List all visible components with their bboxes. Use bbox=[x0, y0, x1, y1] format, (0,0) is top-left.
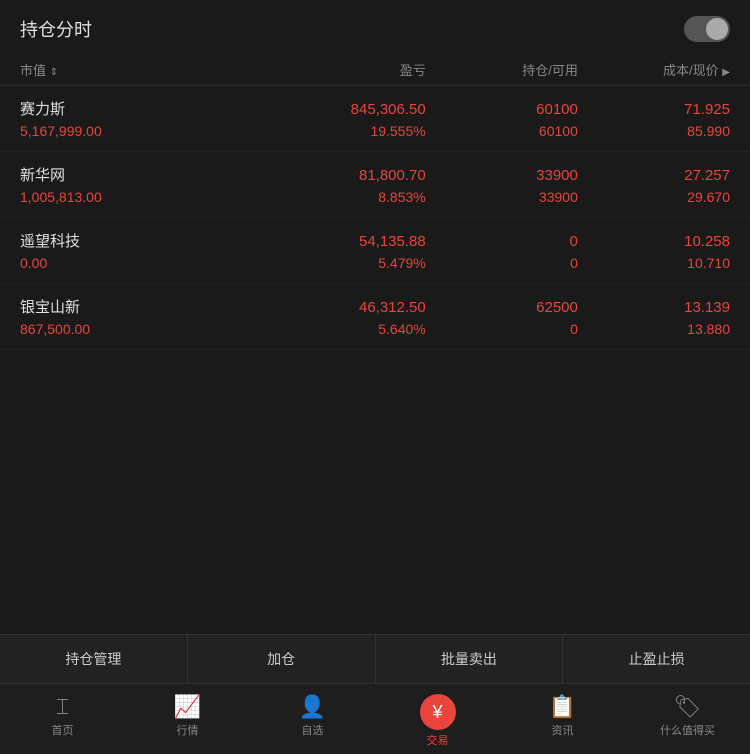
stock-avail-3: 0 bbox=[426, 255, 578, 271]
page-title: 持仓分时 bbox=[20, 16, 92, 42]
stock-pos-1: 60100 bbox=[426, 101, 578, 118]
stock-pnl-amount-2: 81,800.70 bbox=[223, 167, 426, 184]
stock-item-1[interactable]: 赛力斯 845,306.50 60100 71.925 5,167,999.00… bbox=[0, 86, 750, 152]
stock-avail-2: 33900 bbox=[426, 189, 578, 205]
stock-item-3[interactable]: 遥望科技 54,135.88 0 10.258 0.00 5.479% 0 10… bbox=[0, 218, 750, 284]
action-bar: 持仓管理 加仓 批量卖出 止盈止损 bbox=[0, 634, 750, 683]
stock-mktval-4: 867,500.00 bbox=[20, 321, 223, 337]
nav-watchlist[interactable]: 👤 自选 bbox=[250, 692, 375, 750]
stock-mktval-2: 1,005,813.00 bbox=[20, 189, 223, 205]
stock-mktval-1: 5,167,999.00 bbox=[20, 123, 223, 139]
stock-pnl-amount-1: 845,306.50 bbox=[223, 101, 426, 118]
col-pnl: 盈亏 bbox=[223, 60, 426, 79]
nav-watchlist-label: 自选 bbox=[302, 722, 324, 738]
manage-btn[interactable]: 持仓管理 bbox=[0, 635, 188, 683]
column-headers: 市值 ⇕ 盈亏 持仓/可用 成本/现价 ▶ bbox=[0, 54, 750, 86]
cost-sort-icon: ▶ bbox=[722, 67, 730, 78]
stock-cost-4: 13.139 bbox=[578, 299, 730, 316]
market-icon: 📈 bbox=[174, 694, 201, 720]
nav-news[interactable]: 📋 资讯 bbox=[500, 692, 625, 750]
stock-pnl-pct-3: 5.479% bbox=[223, 255, 426, 271]
stock-pos-2: 33900 bbox=[426, 167, 578, 184]
sort-icon: ⇕ bbox=[50, 67, 58, 78]
col-cost[interactable]: 成本/现价 ▶ bbox=[578, 60, 730, 79]
nav-value[interactable]: 🏷 什么值得买 bbox=[625, 692, 750, 750]
nav-value-label: 什么值得买 bbox=[660, 722, 715, 738]
stock-pnl-pct-1: 19.555% bbox=[223, 123, 426, 139]
stock-name-3: 遥望科技 bbox=[20, 230, 223, 251]
col-market-value[interactable]: 市值 ⇕ bbox=[20, 60, 223, 79]
watchlist-icon: 👤 bbox=[299, 694, 326, 720]
batch-sell-btn[interactable]: 批量卖出 bbox=[376, 635, 564, 683]
profit-stop-btn[interactable]: 止盈止损 bbox=[563, 635, 750, 683]
stock-item-4[interactable]: 银宝山新 46,312.50 62500 13.139 867,500.00 5… bbox=[0, 284, 750, 350]
nav-home[interactable]: ⌶ 首页 bbox=[0, 692, 125, 750]
trade-icon: ¥ bbox=[420, 694, 456, 730]
home-icon: ⌶ bbox=[56, 694, 69, 720]
bottom-nav: ⌶ 首页 📈 行情 👤 自选 ¥ 交易 📋 资讯 🏷 什么值得买 bbox=[0, 683, 750, 754]
col-position: 持仓/可用 bbox=[426, 60, 578, 79]
stock-cost-2: 27.257 bbox=[578, 167, 730, 184]
stock-mktval-3: 0.00 bbox=[20, 255, 223, 271]
header: 持仓分时 bbox=[0, 0, 750, 54]
add-position-btn[interactable]: 加仓 bbox=[188, 635, 376, 683]
stock-pnl-amount-4: 46,312.50 bbox=[223, 299, 426, 316]
stock-name-1: 赛力斯 bbox=[20, 98, 223, 119]
stock-current-1: 85.990 bbox=[578, 123, 730, 139]
nav-home-label: 首页 bbox=[52, 722, 74, 738]
stock-current-4: 13.880 bbox=[578, 321, 730, 337]
stock-list: 赛力斯 845,306.50 60100 71.925 5,167,999.00… bbox=[0, 86, 750, 634]
stock-cost-3: 10.258 bbox=[578, 233, 730, 250]
stock-pnl-pct-4: 5.640% bbox=[223, 321, 426, 337]
nav-market-label: 行情 bbox=[177, 722, 199, 738]
stock-avail-1: 60100 bbox=[426, 123, 578, 139]
stock-pos-3: 0 bbox=[426, 233, 578, 250]
stock-current-3: 10.710 bbox=[578, 255, 730, 271]
nav-trade[interactable]: ¥ 交易 bbox=[375, 692, 500, 750]
nav-trade-label: 交易 bbox=[427, 732, 449, 748]
stock-name-2: 新华网 bbox=[20, 164, 223, 185]
stock-name-4: 银宝山新 bbox=[20, 296, 223, 317]
stock-item-2[interactable]: 新华网 81,800.70 33900 27.257 1,005,813.00 … bbox=[0, 152, 750, 218]
stock-current-2: 29.670 bbox=[578, 189, 730, 205]
toggle-switch[interactable] bbox=[684, 16, 730, 42]
nav-news-label: 资讯 bbox=[552, 722, 574, 738]
news-icon: 📋 bbox=[549, 694, 576, 720]
nav-market[interactable]: 📈 行情 bbox=[125, 692, 250, 750]
stock-cost-1: 71.925 bbox=[578, 101, 730, 118]
stock-pos-4: 62500 bbox=[426, 299, 578, 316]
value-icon: 🏷 bbox=[674, 694, 702, 720]
stock-pnl-pct-2: 8.853% bbox=[223, 189, 426, 205]
stock-avail-4: 0 bbox=[426, 321, 578, 337]
stock-pnl-amount-3: 54,135.88 bbox=[223, 233, 426, 250]
